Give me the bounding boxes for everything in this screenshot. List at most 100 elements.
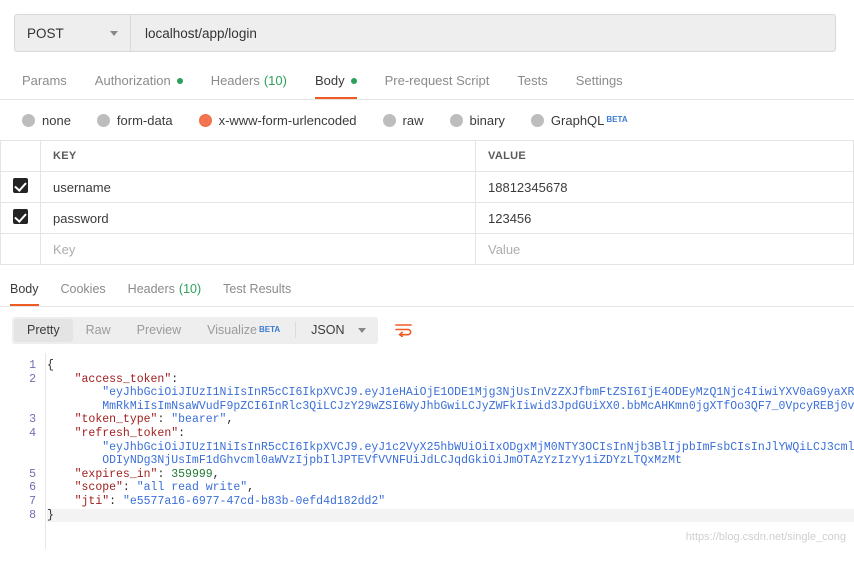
code-line: ODIyNDg3NjUsImF1dGhvcml0aWVzIjpbIlJPTEVf… xyxy=(47,454,854,468)
row-checkbox-cell[interactable] xyxy=(0,233,41,265)
tab-label: Body xyxy=(10,281,39,296)
response-tab-body[interactable]: Body xyxy=(10,273,39,306)
view-mode-raw[interactable]: Raw xyxy=(73,319,124,342)
divider xyxy=(295,322,297,338)
line-number: 4 xyxy=(29,426,36,440)
code-content[interactable]: { "access_token": "eyJhbGciOiJIUzI1NiIsI… xyxy=(47,353,854,523)
checkbox-checked-icon[interactable] xyxy=(13,209,28,224)
radio-selected-icon xyxy=(198,113,212,127)
code-token: "token_type" xyxy=(74,413,158,427)
response-tab-headers[interactable]: Headers (10) xyxy=(128,273,201,306)
select-all-cell xyxy=(0,140,41,172)
body-type-graphql[interactable]: GraphQL BETA xyxy=(530,112,628,128)
line-number: 5 xyxy=(29,467,36,481)
new-value-input[interactable]: Value xyxy=(475,233,854,265)
tab-tests[interactable]: Tests xyxy=(517,64,547,99)
radio-icon xyxy=(530,113,544,127)
radio-label: GraphQL xyxy=(550,112,605,128)
response-body-code[interactable]: 1 2 3 4 5 6 7 8 { "access_token": "eyJhb… xyxy=(0,353,854,549)
code-token: , xyxy=(212,467,220,481)
tab-label: Settings xyxy=(575,73,623,88)
body-type-radio-group: none form-data x-www-form-urlencoded raw… xyxy=(0,100,854,140)
code-token: "all read write" xyxy=(136,481,248,495)
tab-pre-request-script[interactable]: Pre-request Script xyxy=(385,64,490,99)
body-type-binary[interactable]: binary xyxy=(449,113,505,128)
code-line: "refresh_token": xyxy=(47,427,854,441)
body-type-x-www-form-urlencoded[interactable]: x-www-form-urlencoded xyxy=(198,113,357,128)
body-type-none[interactable]: none xyxy=(22,113,71,128)
code-line: MmRkMiIsImNsaWVudF9pZCI6InRlc3QiLCJzY29w… xyxy=(47,400,854,414)
view-mode-label: Visualize xyxy=(207,323,257,337)
http-method-select[interactable]: POST xyxy=(15,15,131,51)
tab-label: Pre-request Script xyxy=(384,73,490,88)
tab-headers[interactable]: Headers (10) xyxy=(211,64,287,99)
new-key-input[interactable]: Key xyxy=(40,233,476,265)
code-line: "eyJhbGciOiJIUzI1NiIsInR5cCI6IkpXVCJ9.ey… xyxy=(47,386,854,400)
response-tab-cookies[interactable]: Cookies xyxy=(61,273,106,306)
view-mode-label: Pretty xyxy=(27,323,60,337)
code-line: "eyJhbGciOiJIUzI1NiIsInR5cCI6IkpXVCJ9.ey… xyxy=(47,441,854,455)
request-tabs: Params Authorization Headers (10) Body P… xyxy=(0,64,854,100)
row-checkbox-cell[interactable] xyxy=(0,171,41,203)
line-number: 2 xyxy=(29,372,36,386)
tab-label: Authorization xyxy=(94,73,171,88)
code-token: "bearer" xyxy=(171,413,227,427)
url-input[interactable]: localhost/app/login xyxy=(131,15,835,51)
code-token: "eyJhbGciOiJIUzI1NiIsInR5cCI6IkpXVCJ9.ey… xyxy=(102,386,854,400)
tab-count: (10) xyxy=(263,73,287,88)
line-number-continuation xyxy=(0,454,45,468)
tab-settings[interactable]: Settings xyxy=(576,64,623,99)
code-line: "access_token": xyxy=(47,373,854,387)
row-key-input[interactable]: password xyxy=(40,202,476,234)
code-token: "expires_in" xyxy=(74,467,158,481)
view-mode-label: Raw xyxy=(85,323,111,337)
body-type-form-data[interactable]: form-data xyxy=(96,113,173,128)
response-tab-test-results[interactable]: Test Results xyxy=(223,273,291,306)
code-line: { xyxy=(47,359,854,373)
tab-params[interactable]: Params xyxy=(22,64,67,99)
http-method-label: POST xyxy=(27,25,64,41)
view-mode-visualize[interactable]: Visualize BETA xyxy=(194,319,293,342)
row-key-input[interactable]: username xyxy=(40,171,476,203)
code-token: : xyxy=(157,467,172,481)
status-dot-icon xyxy=(176,77,183,84)
body-type-raw[interactable]: raw xyxy=(382,112,424,128)
radio-icon xyxy=(382,113,396,127)
response-format-select[interactable]: JSON xyxy=(298,319,376,342)
response-view-toolbar: Pretty Raw Preview Visualize BETA JSON xyxy=(0,307,854,353)
line-number: 1 xyxy=(29,359,36,372)
line-number: 3 xyxy=(29,413,36,427)
row-checkbox-cell[interactable] xyxy=(0,202,41,234)
code-token: "eyJhbGciOiJIUzI1NiIsInR5cCI6IkpXVCJ9.ey… xyxy=(102,440,854,454)
radio-label: raw xyxy=(402,112,424,128)
code-token: ODIyNDg3NjUsImF1dGhvcml0aWVzIjpbIlJPTEVf… xyxy=(102,454,682,468)
tab-label: Test Results xyxy=(223,281,292,296)
view-mode-preview[interactable]: Preview xyxy=(124,319,194,342)
beta-badge: BETA xyxy=(606,115,628,124)
response-tabs: Body Cookies Headers (10) Test Results xyxy=(0,273,854,307)
row-value-input[interactable]: 123456 xyxy=(475,202,854,234)
code-line: "jti": "e5577a16-6977-47cd-b83b-0efd4d18… xyxy=(47,495,854,509)
wrap-lines-icon[interactable] xyxy=(388,317,418,344)
chevron-down-icon xyxy=(358,327,367,333)
code-token: "refresh_token" xyxy=(74,426,179,440)
tab-authorization[interactable]: Authorization xyxy=(95,64,183,99)
checkbox-checked-icon[interactable] xyxy=(13,178,28,193)
view-mode-label: Preview xyxy=(136,323,182,337)
row-value-input[interactable]: 18812345678 xyxy=(475,171,854,203)
line-number-continuation xyxy=(0,400,45,414)
view-mode-pretty[interactable]: Pretty xyxy=(14,318,73,342)
table-header-row: KEY VALUE xyxy=(0,140,854,172)
tab-label: Params xyxy=(22,73,67,88)
column-header-key: KEY xyxy=(40,140,476,172)
tab-body[interactable]: Body xyxy=(314,64,357,99)
column-header-value: VALUE xyxy=(475,140,854,172)
request-url-bar: POST localhost/app/login xyxy=(0,0,854,64)
code-token: : xyxy=(122,481,137,495)
code-token: : xyxy=(178,426,186,440)
